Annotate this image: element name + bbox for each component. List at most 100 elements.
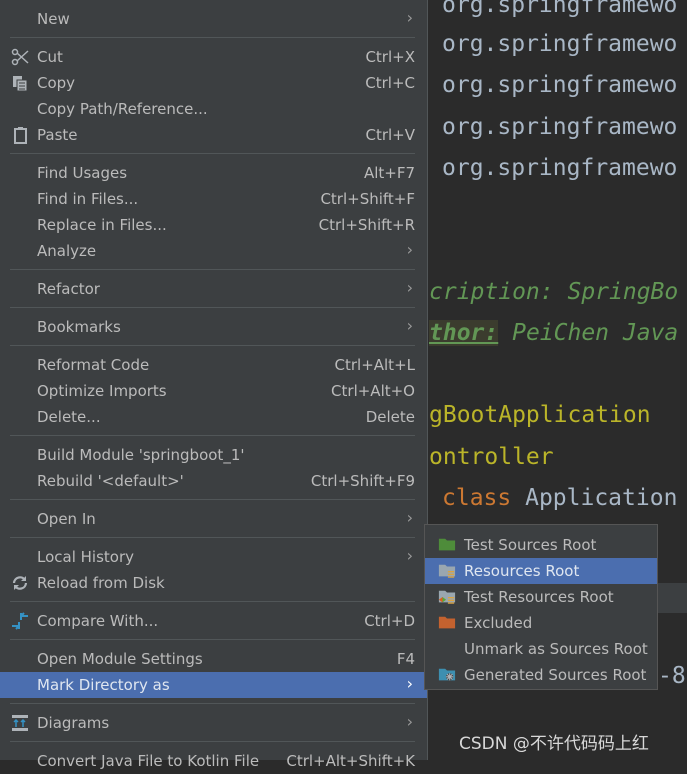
chevron-right-icon: › bbox=[406, 316, 413, 335]
menu-item-paste[interactable]: Paste Ctrl+V bbox=[0, 122, 427, 148]
menu-separator bbox=[0, 302, 427, 314]
menu-item-label: Copy bbox=[37, 74, 76, 92]
menu-item-open-module-settings[interactable]: Open Module Settings F4 bbox=[0, 646, 427, 672]
menu-item-label: Reformat Code bbox=[37, 356, 150, 374]
menu-separator bbox=[0, 148, 427, 160]
menu-item-copy[interactable]: Copy Ctrl+C bbox=[0, 70, 427, 96]
menu-item-label: Delete... bbox=[37, 408, 101, 426]
menu-item-label: Excluded bbox=[464, 614, 533, 632]
menu-item-find-in-files[interactable]: Find in Files... Ctrl+Shift+F bbox=[0, 186, 427, 212]
menu-item-label: Mark Directory as bbox=[37, 676, 170, 694]
menu-item-label: Convert Java File to Kotlin File bbox=[37, 752, 260, 770]
shortcut-label: Delete bbox=[365, 408, 415, 426]
submenu-item-resources-root[interactable]: Resources Root bbox=[425, 558, 657, 584]
menu-separator bbox=[0, 264, 427, 276]
submenu-item-excluded[interactable]: Excluded bbox=[425, 610, 657, 636]
shortcut-label: Ctrl+C bbox=[365, 74, 415, 92]
submenu-item-test-resources-root[interactable]: Test Resources Root bbox=[425, 584, 657, 610]
context-menu: New › Cut Ctrl+X Copy Ctrl+C Copy Path/Referen… bbox=[0, 0, 428, 770]
menu-item-build-module-springboot-1[interactable]: Build Module 'springboot_1' bbox=[0, 442, 427, 468]
menu-item-label: Resources Root bbox=[464, 562, 580, 580]
excluded-folder-icon bbox=[438, 614, 456, 632]
chevron-right-icon: › bbox=[406, 8, 413, 27]
menu-separator bbox=[0, 634, 427, 646]
menu-item-diagrams[interactable]: Diagrams › bbox=[0, 710, 427, 736]
code-fragment: -8 bbox=[658, 663, 686, 689]
shortcut-label: Ctrl+Alt+L bbox=[334, 356, 416, 374]
menu-separator bbox=[0, 340, 427, 352]
menu-item-label: Copy Path/Reference... bbox=[37, 100, 208, 118]
menu-item-bookmarks[interactable]: Bookmarks › bbox=[0, 314, 427, 340]
menu-item-cut[interactable]: Cut Ctrl+X bbox=[0, 44, 427, 70]
menu-item-local-history[interactable]: Local History › bbox=[0, 544, 427, 570]
menu-item-label: Replace in Files... bbox=[37, 216, 167, 234]
shortcut-label: Ctrl+Shift+F bbox=[320, 190, 415, 208]
menu-item-open-in[interactable]: Open In › bbox=[0, 506, 427, 532]
import-line: org.springframewo bbox=[442, 72, 678, 98]
menu-item-label: New bbox=[37, 10, 70, 28]
copy-icon bbox=[11, 74, 29, 92]
menu-separator bbox=[0, 596, 427, 608]
submenu-item-generated-sources-root[interactable]: Generated Sources Root bbox=[425, 662, 657, 688]
doc-author-tag: thor: bbox=[429, 320, 499, 346]
submenu-item-test-sources-root[interactable]: Test Sources Root bbox=[425, 532, 657, 558]
menu-separator bbox=[0, 698, 427, 710]
menu-item-label: Unmark as Sources Root bbox=[464, 640, 648, 658]
chevron-right-icon: › bbox=[406, 508, 413, 527]
menu-item-label: Test Sources Root bbox=[464, 536, 597, 554]
menu-item-label: Test Resources Root bbox=[464, 588, 614, 606]
menu-item-reformat-code[interactable]: Reformat Code Ctrl+Alt+L bbox=[0, 352, 427, 378]
class-name: Application bbox=[511, 485, 678, 511]
chevron-right-icon: › bbox=[406, 546, 413, 565]
shortcut-label: Ctrl+Shift+F9 bbox=[310, 472, 415, 490]
menu-item-label: Analyze bbox=[37, 242, 97, 260]
menu-item-label: Cut bbox=[37, 48, 63, 66]
menu-item-label: Local History bbox=[37, 548, 135, 566]
scissors-icon bbox=[11, 48, 29, 66]
chevron-right-icon: › bbox=[406, 674, 413, 693]
menu-item-label: Bookmarks bbox=[37, 318, 121, 336]
annotation: gBootApplication bbox=[429, 402, 651, 428]
chevron-right-icon: › bbox=[406, 278, 413, 297]
shortcut-label: F4 bbox=[396, 650, 415, 668]
menu-item-label: Reload from Disk bbox=[37, 574, 165, 592]
test-resources-folder-icon bbox=[438, 588, 456, 606]
menu-item-label: Rebuild '<default>' bbox=[37, 472, 184, 490]
menu-item-rebuild-default[interactable]: Rebuild '<default>' Ctrl+Shift+F9 bbox=[0, 468, 427, 494]
watermark: CSDN @不许代码码上红 bbox=[459, 734, 649, 754]
import-line: org.springframewo bbox=[442, 31, 678, 57]
diagram-icon bbox=[11, 714, 29, 732]
menu-separator bbox=[0, 32, 427, 44]
submenu-item-unmark-as-sources-root[interactable]: Unmark as Sources Root bbox=[425, 636, 657, 662]
menu-item-analyze[interactable]: Analyze › bbox=[0, 238, 427, 264]
menu-item-label: Diagrams bbox=[37, 714, 110, 732]
menu-item-convert-java-file-to-kotlin-file[interactable]: Convert Java File to Kotlin File Ctrl+Alt… bbox=[0, 748, 427, 774]
chevron-right-icon: › bbox=[406, 712, 413, 731]
menu-item-mark-directory-as[interactable]: Mark Directory as › bbox=[0, 672, 427, 698]
shortcut-label: Ctrl+D bbox=[364, 612, 415, 630]
test-sources-folder-icon bbox=[438, 536, 456, 554]
import-line: org.springframewo bbox=[442, 0, 678, 18]
menu-item-refactor[interactable]: Refactor › bbox=[0, 276, 427, 302]
menu-item-label: Paste bbox=[37, 126, 78, 144]
menu-item-delete[interactable]: Delete... Delete bbox=[0, 404, 427, 430]
menu-item-label: Find in Files... bbox=[37, 190, 139, 208]
shortcut-label: Ctrl+Shift+R bbox=[318, 216, 415, 234]
import-line: org.springframewo bbox=[442, 114, 678, 140]
shortcut-label: Ctrl+Alt+Shift+K bbox=[286, 752, 415, 770]
chevron-right-icon: › bbox=[406, 240, 413, 259]
menu-item-compare-with[interactable]: Compare With... Ctrl+D bbox=[0, 608, 427, 634]
menu-item-label: Open Module Settings bbox=[37, 650, 203, 668]
menu-item-optimize-imports[interactable]: Optimize Imports Ctrl+Alt+O bbox=[0, 378, 427, 404]
menu-item-copy-path-reference[interactable]: Copy Path/Reference... bbox=[0, 96, 427, 122]
mark-directory-submenu: Test Sources Root Resources Root Test Reso… bbox=[424, 524, 658, 690]
shortcut-label: Ctrl+V bbox=[365, 126, 415, 144]
shortcut-label: Ctrl+X bbox=[365, 48, 415, 66]
menu-item-find-usages[interactable]: Find Usages Alt+F7 bbox=[0, 160, 427, 186]
menu-item-reload-from-disk[interactable]: Reload from Disk bbox=[0, 570, 427, 596]
doc-description: cription: SpringBo bbox=[429, 279, 679, 305]
menu-item-new[interactable]: New › bbox=[0, 6, 427, 32]
annotation: ontroller bbox=[429, 444, 554, 470]
doc-author-line: thor: PeiChen Java bbox=[429, 318, 678, 348]
menu-item-replace-in-files[interactable]: Replace in Files... Ctrl+Shift+R bbox=[0, 212, 427, 238]
